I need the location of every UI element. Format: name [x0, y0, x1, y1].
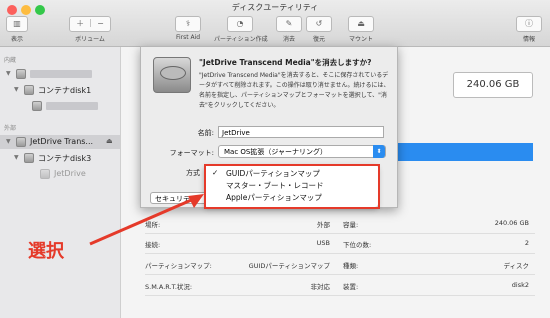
annotation-label: 選択 [28, 241, 64, 262]
disk-utility-window: ディスクユーティリティ ▥ 表示 ＋ ｜ − ボリューム ⚕ First Aid… [0, 0, 550, 318]
annotation-arrow-icon [89, 194, 204, 246]
